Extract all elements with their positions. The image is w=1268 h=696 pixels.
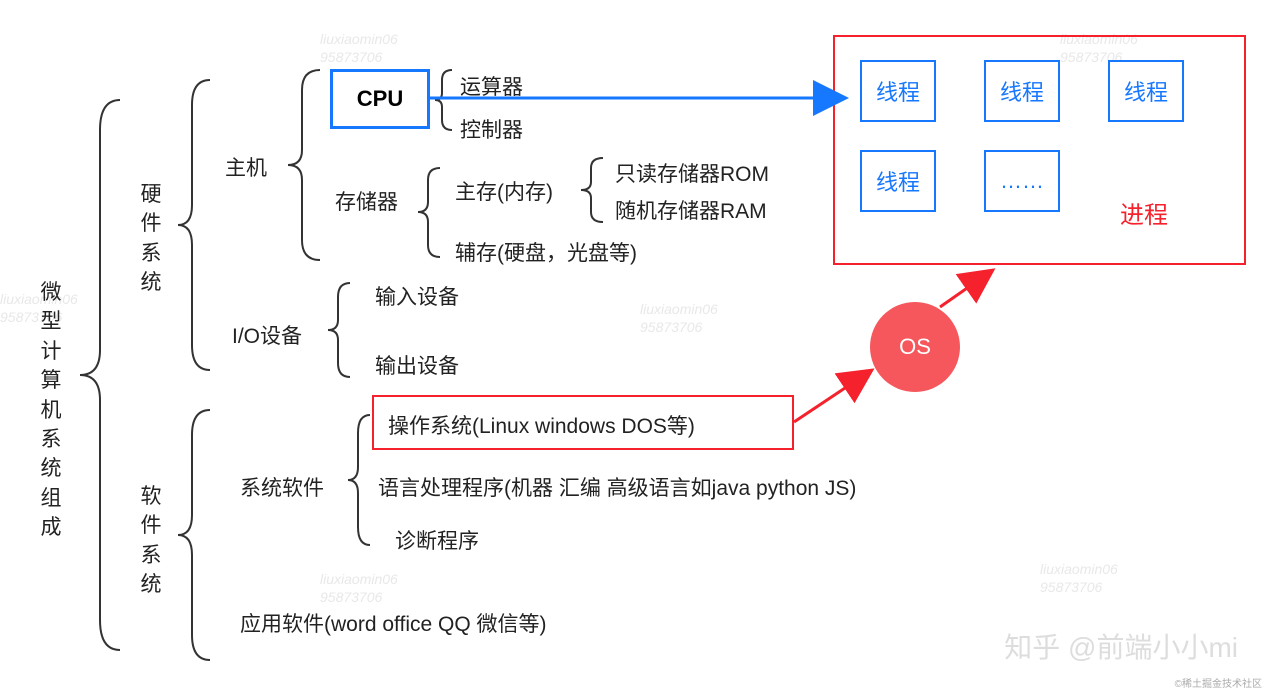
aux-mem-label: 辅存(硬盘，光盘等)	[455, 237, 637, 267]
rom-label: 只读存储器ROM	[615, 158, 769, 188]
cpu-box: CPU	[330, 69, 430, 129]
brace-cpu	[430, 65, 460, 135]
brace-memory	[410, 160, 450, 265]
output-label: 输出设备	[375, 350, 459, 380]
os-circle: OS	[870, 302, 960, 392]
thread-box-4: 线程	[860, 150, 936, 212]
watermark: liuxiaomin0695873706	[0, 290, 78, 326]
software-label: 软件系统	[140, 482, 162, 600]
corner-attribution: ©稀土掘金技术社区	[1175, 675, 1262, 690]
watermark: liuxiaomin0695873706	[320, 30, 398, 66]
io-label: I/O设备	[232, 320, 302, 350]
hardware-label: 硬件系统	[140, 180, 162, 298]
attribution: 知乎 @前端小小mi	[1004, 626, 1238, 666]
system-sw-label: 系统软件	[240, 472, 324, 502]
process-text: 进程	[1120, 195, 1168, 230]
brace-hardware	[170, 70, 220, 380]
cu-label: 控制器	[460, 114, 523, 144]
ram-label: 随机存储器RAM	[615, 195, 767, 225]
brace-io	[320, 275, 360, 385]
root-label: 微型计算机系统组成	[40, 278, 62, 543]
app-sw-label: 应用软件(word office QQ 微信等)	[240, 608, 547, 638]
watermark: liuxiaomin0695873706	[1040, 560, 1118, 596]
watermark: liuxiaomin0695873706	[320, 570, 398, 606]
lang-label: 语言处理程序(机器 汇编 高级语言如java python JS)	[378, 472, 856, 502]
main-mem-label: 主存(内存)	[455, 176, 553, 206]
thread-box-3: 线程	[1108, 60, 1184, 122]
diag-label: 诊断程序	[395, 525, 479, 555]
alu-label: 运算器	[460, 71, 523, 101]
brace-root	[70, 90, 130, 660]
thread-box-2: 线程	[984, 60, 1060, 122]
thread-box-ellipsis: ……	[984, 150, 1060, 212]
brace-host	[280, 60, 330, 270]
input-label: 输入设备	[375, 281, 459, 311]
brace-main-mem	[575, 150, 611, 230]
memory-label: 存储器	[335, 186, 398, 216]
os-label: 操作系统(Linux windows DOS等)	[388, 410, 695, 440]
host-label: 主机	[225, 152, 267, 182]
watermark: liuxiaomin0695873706	[640, 300, 718, 336]
thread-box-1: 线程	[860, 60, 936, 122]
brace-software	[170, 400, 220, 670]
cpu-text: CPU	[357, 86, 403, 112]
